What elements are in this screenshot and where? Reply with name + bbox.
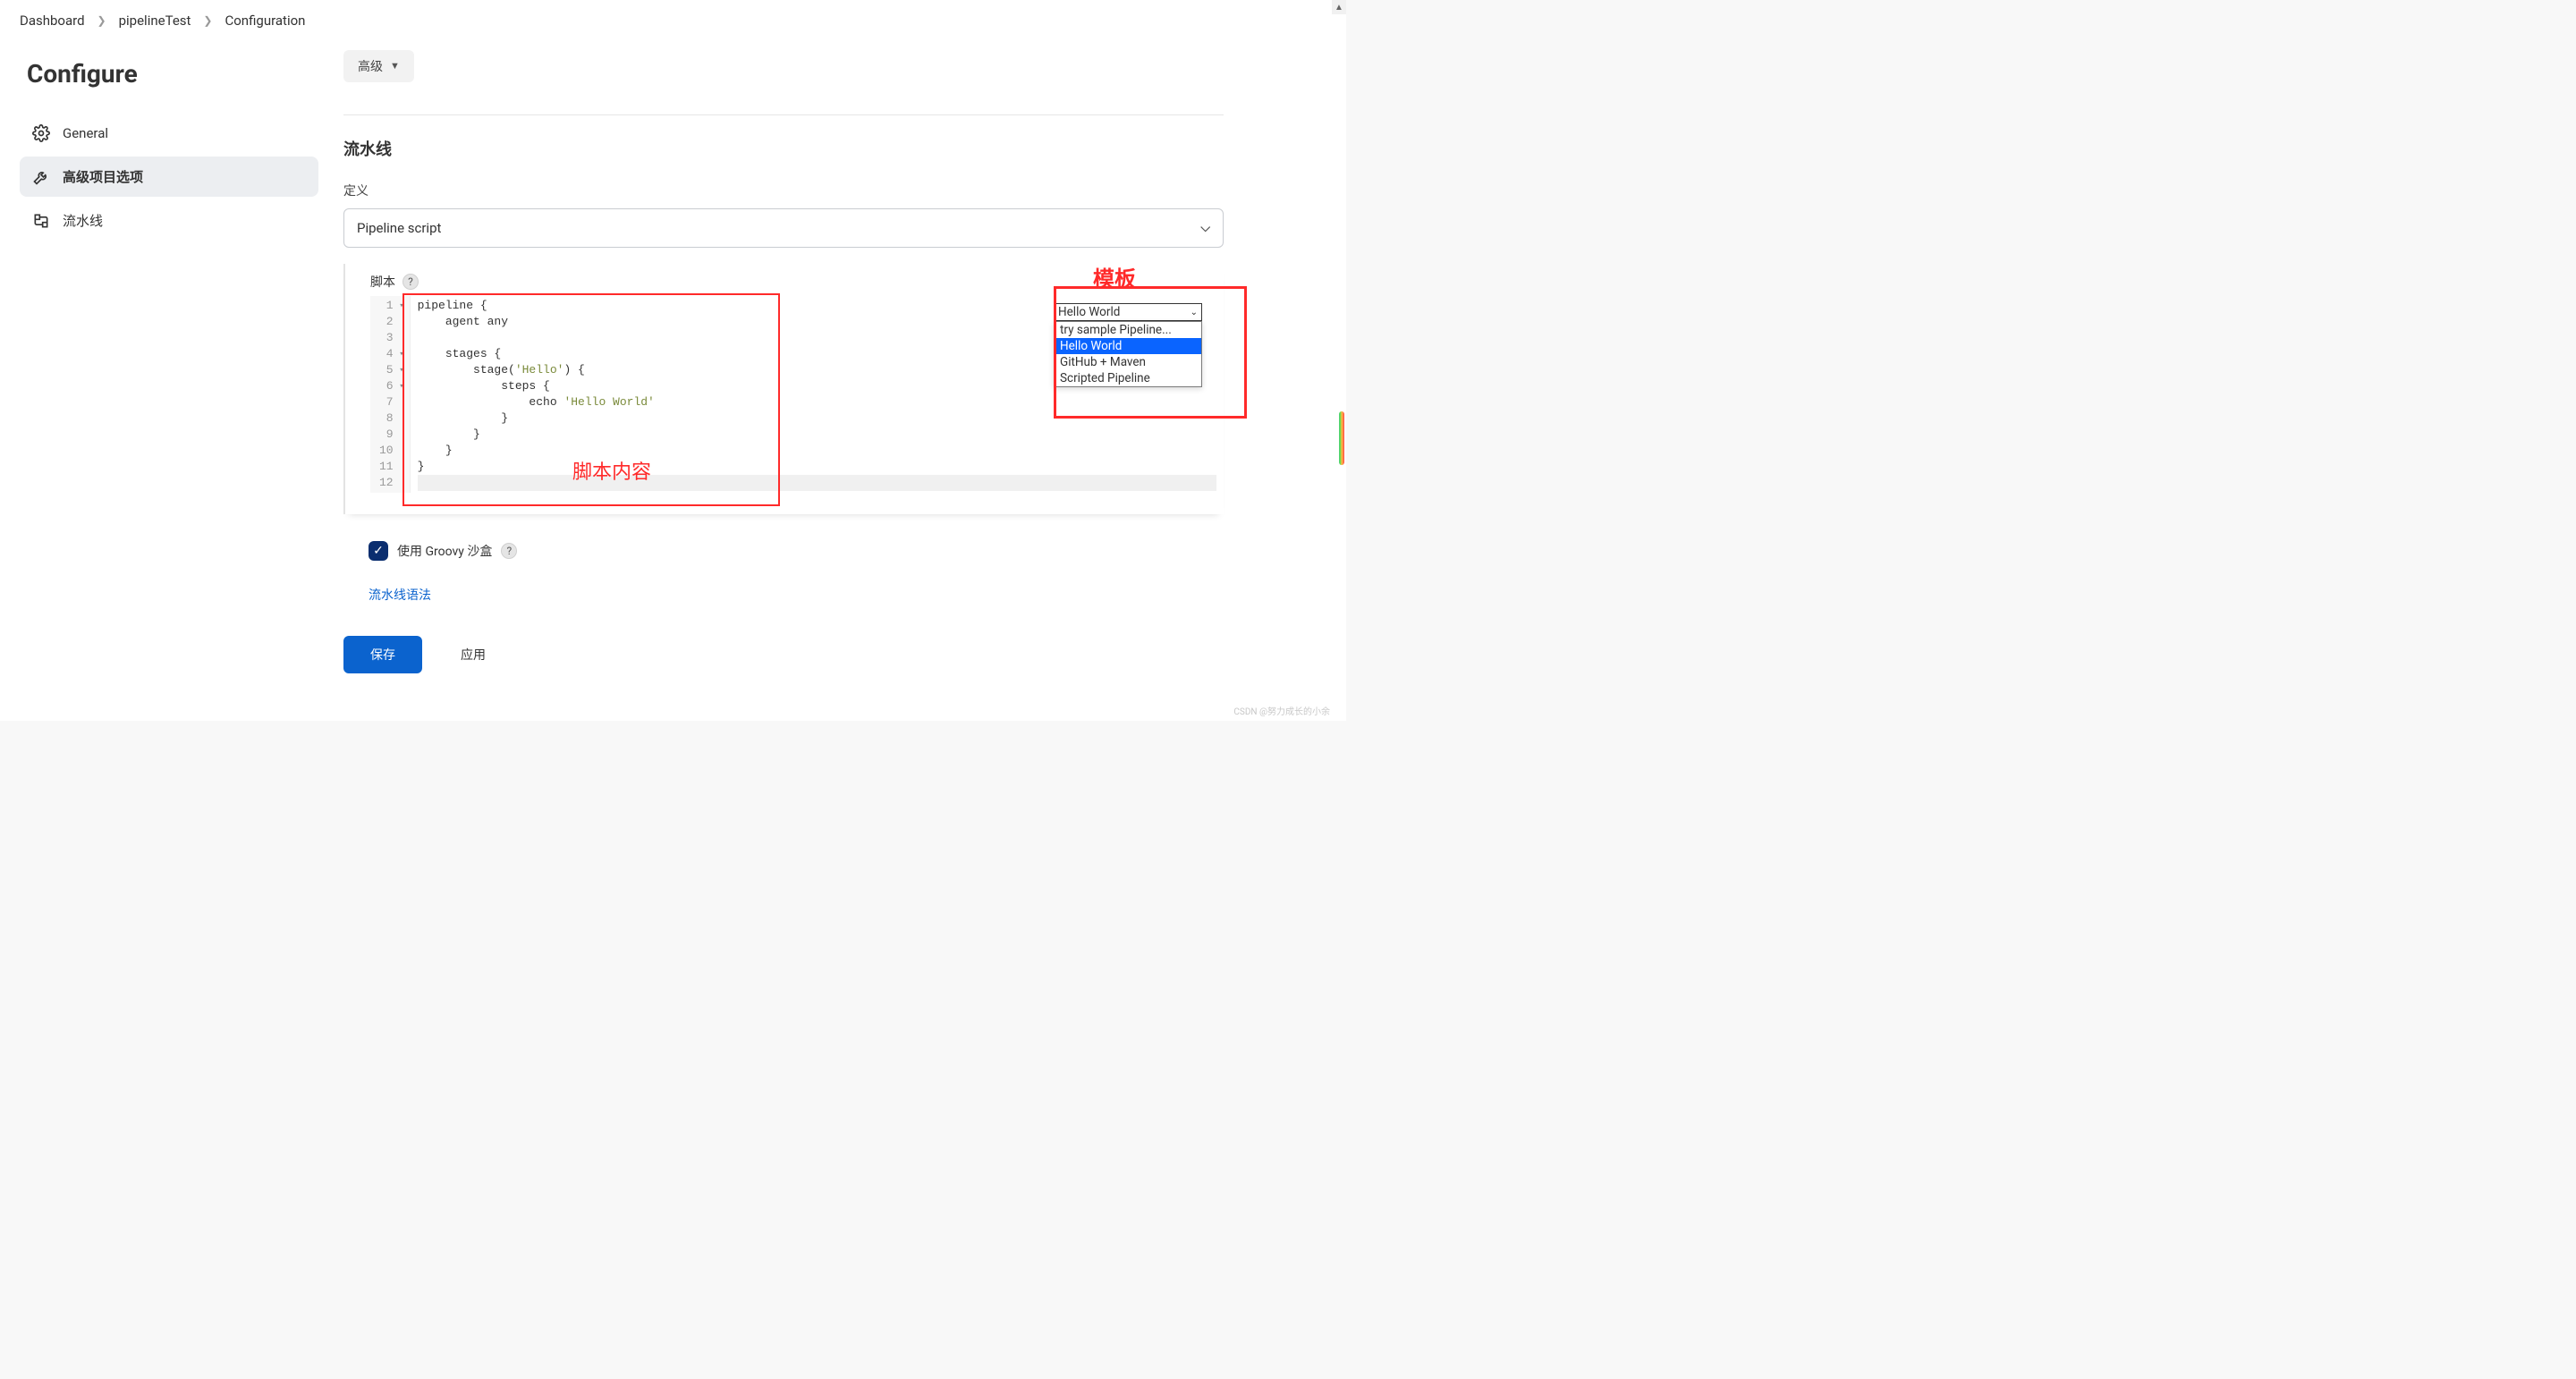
sandbox-checkbox[interactable]: ✓ — [369, 541, 388, 561]
annotation-label-template: 模板 — [1093, 261, 1136, 292]
sandbox-label: 使用 Groovy 沙盒 — [397, 542, 492, 560]
sidebar-item-advanced-options[interactable]: 高级项目选项 — [20, 157, 318, 197]
gear-icon — [32, 124, 50, 142]
main-content: 高级 ▼ 流水线 定义 Pipeline script ⌵ 脚本 ? 1▾234… — [331, 41, 1243, 709]
section-title-pipeline: 流水线 — [343, 137, 1224, 160]
template-selected-value: Hello World — [1058, 305, 1120, 319]
script-label: 脚本 — [370, 273, 395, 291]
sidebar-item-label: 流水线 — [63, 211, 103, 230]
chevron-right-icon: ❯ — [203, 14, 212, 27]
breadcrumb: Dashboard ❯ pipelineTest ❯ Configuration — [0, 0, 1346, 41]
save-button[interactable]: 保存 — [343, 636, 422, 673]
apply-button[interactable]: 应用 — [436, 636, 510, 673]
divider — [343, 114, 1224, 115]
chevron-down-icon: ⌵ — [1200, 221, 1210, 235]
wrench-icon — [32, 168, 50, 186]
help-icon[interactable]: ? — [501, 543, 517, 559]
sidebar-item-label: 高级项目选项 — [63, 167, 143, 186]
scroll-indicator[interactable] — [1339, 411, 1344, 465]
advanced-button-label: 高级 — [358, 57, 383, 75]
template-option[interactable]: Scripted Pipeline — [1055, 370, 1201, 386]
pipeline-icon — [32, 212, 50, 230]
watermark: CSDN @努力成长的小余 — [1233, 704, 1330, 717]
pipeline-syntax-link[interactable]: 流水线语法 — [369, 588, 431, 603]
sidebar-item-pipeline[interactable]: 流水线 — [20, 200, 318, 241]
chevron-right-icon: ❯ — [97, 14, 106, 27]
sidebar-item-general[interactable]: General — [20, 114, 318, 153]
template-select[interactable]: Hello World ⌄ — [1054, 303, 1202, 321]
sidebar-item-label: General — [63, 125, 108, 141]
breadcrumb-pipelinetest[interactable]: pipelineTest — [119, 13, 191, 29]
help-icon[interactable]: ? — [402, 274, 419, 290]
scroll-up-arrow[interactable]: ▲ — [1332, 0, 1346, 14]
advanced-button[interactable]: 高级 ▼ — [343, 50, 414, 82]
template-option[interactable]: try sample Pipeline... — [1055, 322, 1201, 338]
definition-value: Pipeline script — [357, 220, 441, 236]
script-panel: 脚本 ? 1▾234▾5▾6▾789101112 pipeline { agen… — [343, 264, 1224, 514]
breadcrumb-dashboard[interactable]: Dashboard — [20, 13, 85, 29]
chevron-down-icon: ▼ — [390, 61, 400, 72]
template-option[interactable]: Hello World — [1055, 338, 1201, 354]
definition-label: 定义 — [343, 182, 1224, 199]
breadcrumb-configuration[interactable]: Configuration — [225, 13, 305, 29]
template-option[interactable]: GitHub + Maven — [1055, 354, 1201, 370]
template-options-list: try sample Pipeline...Hello WorldGitHub … — [1054, 321, 1202, 387]
definition-select[interactable]: Pipeline script ⌵ — [343, 208, 1224, 248]
editor-gutter: 1▾234▾5▾6▾789101112 — [370, 296, 411, 493]
page-title: Configure — [20, 59, 318, 89]
annotation-label-script: 脚本内容 — [572, 456, 651, 485]
chevron-down-icon: ⌄ — [1191, 308, 1198, 317]
sidebar: Configure General 高级项目选项 流水线 — [0, 41, 331, 709]
